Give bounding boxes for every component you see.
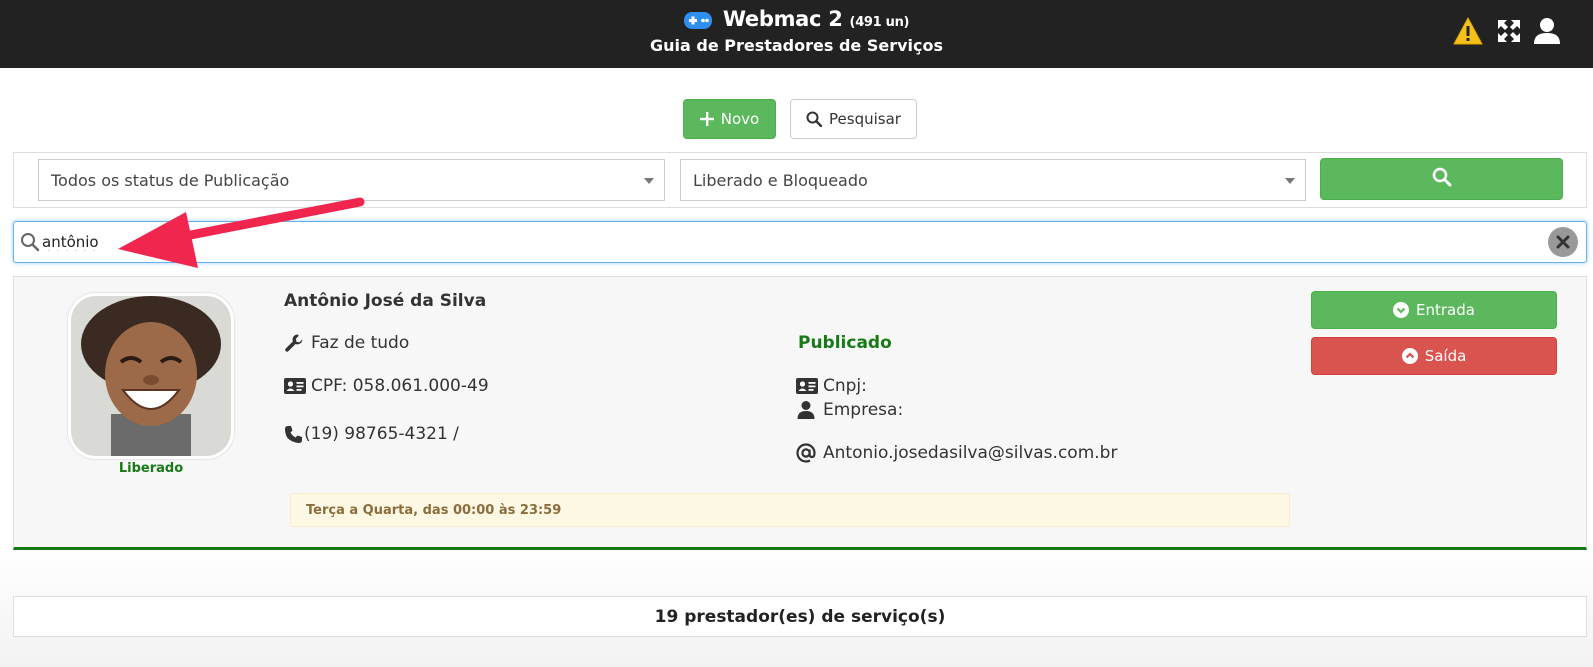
close-icon [1556, 235, 1570, 249]
exit-button-label: Saída [1424, 347, 1467, 365]
app-title: Webmac 2 (491 un) [0, 7, 1593, 34]
result-count: 19 prestador(es) de serviço(s) [13, 596, 1587, 637]
main-content: Novo Pesquisar Todos os status de Public… [0, 68, 1593, 667]
warning-icon[interactable] [1453, 16, 1483, 46]
provider-access-status: Liberado [118, 461, 184, 476]
publication-status: Publicado [798, 333, 892, 353]
schedule-alert: Terça a Quarta, das 00:00 às 23:59 [290, 493, 1290, 527]
provider-company-text: Empresa: [823, 400, 904, 420]
provider-service-text: Faz de tudo [311, 333, 410, 353]
provider-phone-text: (19) 98765-4321 / [304, 424, 459, 444]
search-field[interactable] [13, 221, 1587, 263]
new-button-label: Novo [720, 110, 760, 128]
access-status-select[interactable]: Liberado e Bloqueado [680, 159, 1306, 201]
provider-name: Antônio José da Silva [284, 291, 487, 311]
plus-icon [699, 112, 714, 126]
page-title: Guia de Prestadores de Serviços [649, 36, 944, 55]
search-input[interactable] [42, 228, 1522, 256]
gamepad-icon [683, 10, 712, 34]
phone-icon [284, 425, 304, 444]
user-icon [796, 400, 820, 420]
publication-status-value: Todos os status de Publicação [51, 170, 290, 190]
wrench-icon [284, 333, 308, 353]
entry-button[interactable]: Entrada [1311, 291, 1557, 329]
search-toggle-button[interactable]: Pesquisar [790, 99, 917, 139]
id-card-icon [284, 378, 308, 394]
provider-photo [68, 293, 234, 459]
search-icon [1432, 167, 1452, 192]
app-count: (491 un) [849, 15, 910, 30]
search-toggle-label: Pesquisar [829, 110, 901, 128]
filter-panel: Todos os status de Publicação Liberado e… [13, 152, 1587, 208]
provider-card: Liberado Antônio José da Silva Faz de tu… [13, 276, 1587, 550]
app-name: Webmac 2 [722, 7, 843, 31]
provider-cpf: CPF: 058.061.000-49 [284, 376, 489, 396]
exit-button[interactable]: Saída [1311, 337, 1557, 375]
provider-email: Antonio.josedasilva@silvas.com.br [796, 443, 1117, 463]
new-button[interactable]: Novo [683, 99, 776, 139]
clear-search-button[interactable] [1548, 227, 1578, 257]
provider-cpf-text: CPF: 058.061.000-49 [311, 376, 489, 396]
provider-cnpj-text: Cnpj: [823, 376, 867, 396]
chevron-down-icon [644, 178, 654, 184]
user-icon[interactable] [1532, 16, 1562, 46]
id-card-icon [796, 378, 820, 394]
chevron-down-icon [1285, 178, 1295, 184]
app-header: Webmac 2 (491 un) Guia de Prestadores de… [0, 0, 1593, 68]
provider-phone: (19) 98765-4321 / [284, 424, 459, 444]
apply-filter-button[interactable] [1320, 158, 1563, 200]
chevron-circle-down-icon [1393, 302, 1410, 318]
access-status-value: Liberado e Bloqueado [693, 170, 868, 190]
expand-icon[interactable] [1494, 16, 1524, 46]
entry-button-label: Entrada [1416, 301, 1475, 319]
chevron-circle-up-icon [1401, 348, 1418, 364]
search-icon [20, 232, 40, 257]
provider-company: Empresa: [796, 400, 903, 420]
at-icon [796, 443, 820, 463]
provider-service: Faz de tudo [284, 333, 409, 353]
provider-email-text: Antonio.josedasilva@silvas.com.br [823, 443, 1118, 463]
publication-status-select[interactable]: Todos os status de Publicação [38, 159, 665, 201]
provider-cnpj: Cnpj: [796, 376, 867, 396]
search-icon [806, 111, 823, 127]
